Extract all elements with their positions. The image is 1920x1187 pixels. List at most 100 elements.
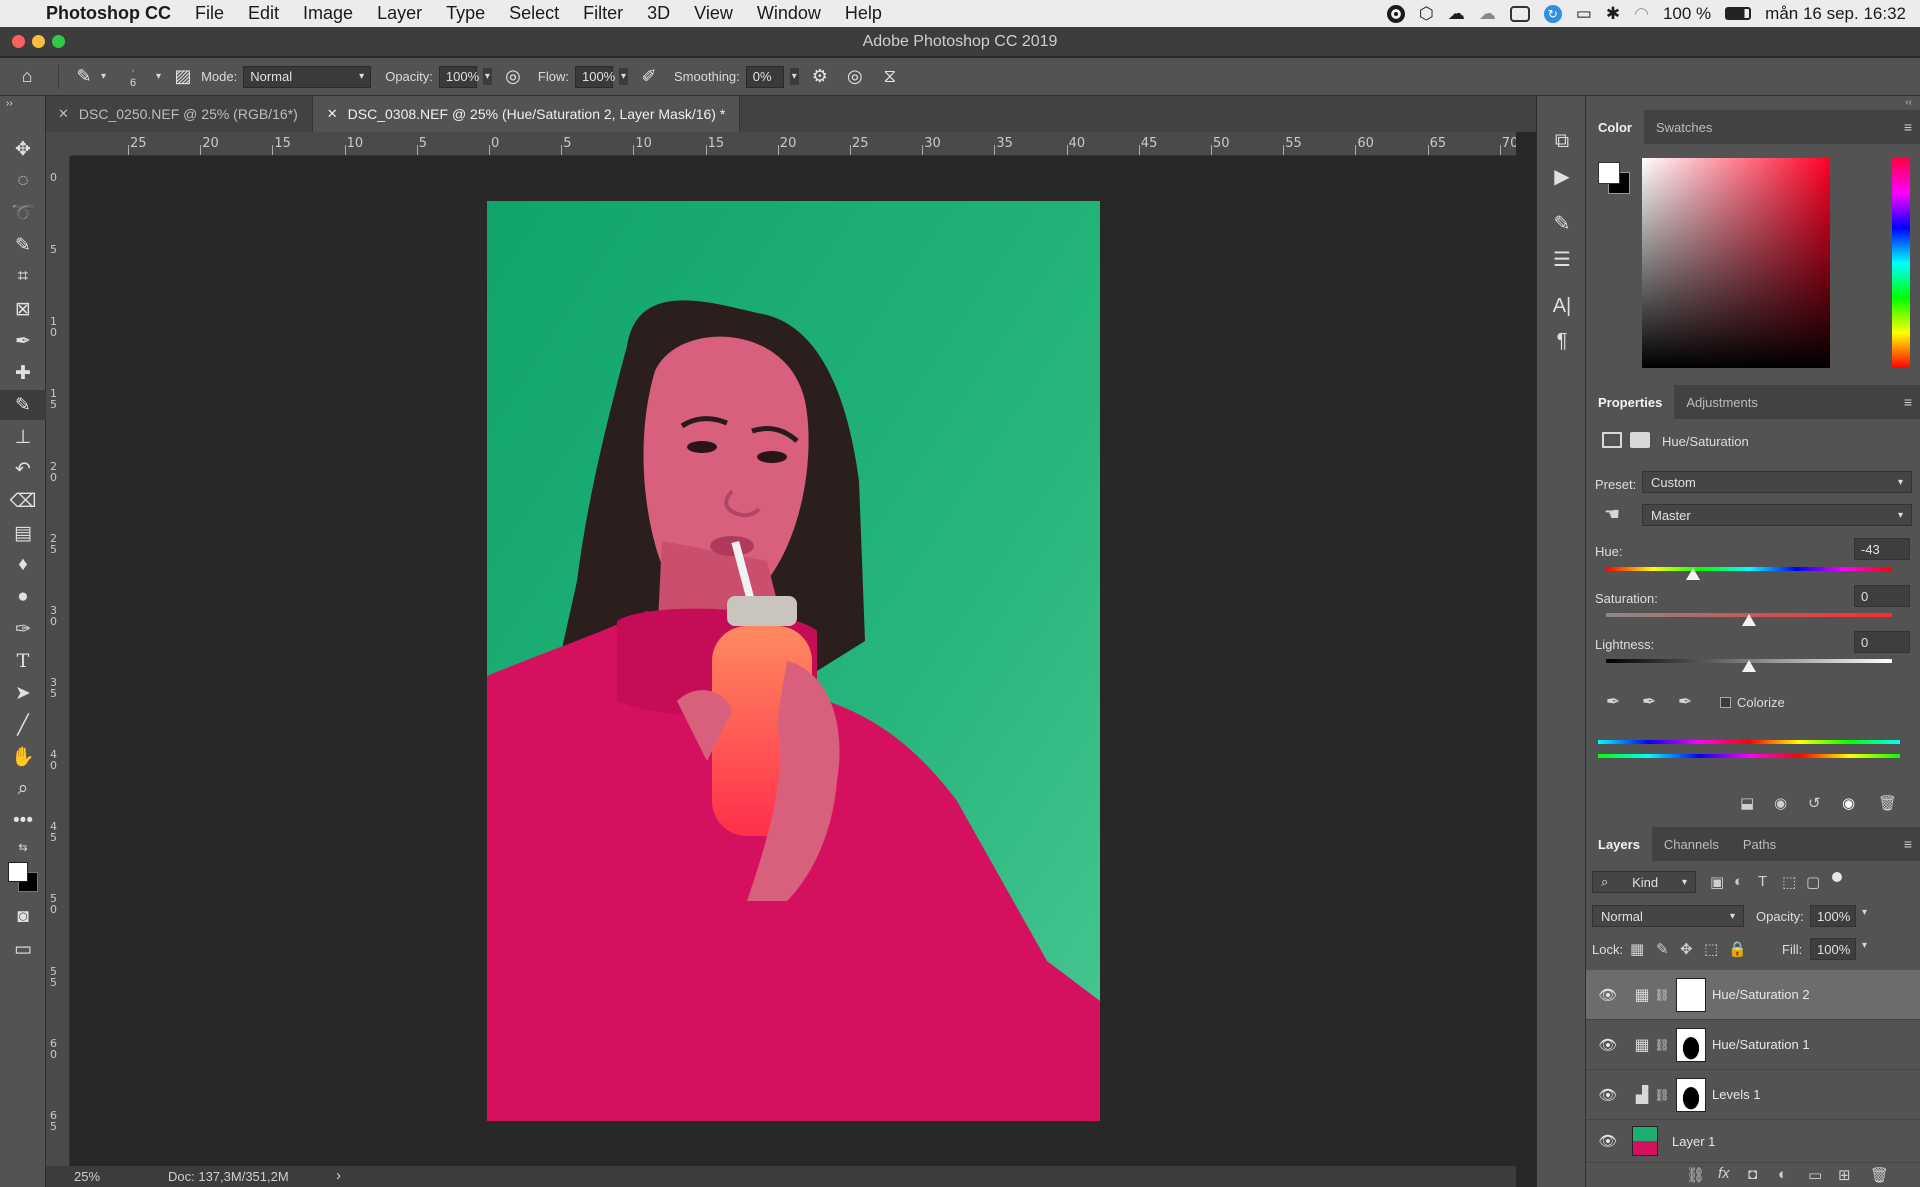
type-tool-icon[interactable]: T <box>0 646 46 676</box>
home-icon[interactable]: ⌂ <box>4 60 50 94</box>
menu-select[interactable]: Select <box>497 0 571 27</box>
frame-tool-icon[interactable]: ⊠ <box>0 294 46 324</box>
pen-tool-icon[interactable]: ✑ <box>0 614 46 644</box>
tab-properties[interactable]: Properties <box>1586 385 1675 419</box>
saturation-value-field[interactable]: 0 <box>1854 585 1910 607</box>
panel-menu-icon[interactable]: ≡ <box>1904 394 1920 410</box>
chevron-down-icon[interactable]: ▾ <box>482 68 492 85</box>
vertical-ruler[interactable]: 0 5 1 0 1 5 2 0 2 5 3 0 3 5 4 0 4 5 5 0 5 5 6 0 6 5 <box>46 156 70 1166</box>
battery-icon[interactable] <box>1725 7 1752 20</box>
lock-position-icon[interactable]: ✥ <box>1680 940 1693 958</box>
menu-3d[interactable]: 3D <box>635 0 682 27</box>
eyedropper-icon[interactable]: ✒ <box>1606 692 1620 712</box>
healing-brush-tool-icon[interactable]: ✚ <box>0 358 46 388</box>
flow-field[interactable]: 100% <box>574 65 615 88</box>
clock[interactable]: mån 16 sep. 16:32 <box>1765 4 1906 24</box>
add-mask-icon[interactable]: ◘ <box>1748 1166 1757 1183</box>
tab-adjustments[interactable]: Adjustments <box>1674 385 1770 419</box>
fill-field[interactable]: 100% <box>1810 938 1856 960</box>
sync-icon[interactable]: ↻ <box>1543 4 1562 23</box>
menu-filter[interactable]: Filter <box>571 0 635 27</box>
link-chain-icon[interactable]: ⛓ <box>1654 1038 1670 1052</box>
mask-icon[interactable] <box>1630 432 1650 448</box>
mode-select[interactable]: Normal ▾ <box>243 65 372 88</box>
lightness-slider-thumb[interactable] <box>1742 660 1756 672</box>
layer-filter-kind-select[interactable]: ⌕ Kind ▾ <box>1592 871 1696 893</box>
eyedropper-subtract-icon[interactable]: ✒ <box>1678 692 1692 712</box>
color-field[interactable] <box>1642 158 1830 368</box>
new-layer-icon[interactable]: ⊞ <box>1838 1166 1851 1184</box>
menu-layer[interactable]: Layer <box>365 0 434 27</box>
path-selection-tool-icon[interactable]: ➤ <box>0 678 46 708</box>
display-icon[interactable] <box>1509 5 1530 22</box>
menu-image[interactable]: Image <box>291 0 365 27</box>
zoom-level[interactable]: 25% <box>74 1169 100 1184</box>
character-panel-icon[interactable]: A| <box>1537 291 1587 321</box>
chevron-down-icon[interactable]: ▾ <box>156 71 161 82</box>
lock-transparent-icon[interactable]: ▦ <box>1630 940 1644 958</box>
hand-tool-icon[interactable]: ✋ <box>0 742 46 772</box>
brushes-panel-icon[interactable]: ✎ <box>1537 208 1587 238</box>
lock-image-icon[interactable]: ✎ <box>1656 940 1669 958</box>
opacity-field[interactable]: 100% <box>438 65 479 88</box>
filter-toggle-icon[interactable] <box>1832 872 1842 882</box>
panel-menu-icon[interactable]: ≡ <box>1904 119 1920 135</box>
lock-artboard-icon[interactable]: ⬚ <box>1704 940 1718 958</box>
wifi-icon[interactable]: ◠ <box>1634 4 1649 24</box>
layer-mask-thumbnail[interactable] <box>1676 1077 1706 1112</box>
move-tool-icon[interactable]: ✥ <box>0 134 46 164</box>
visibility-eye-icon[interactable]: 👁 <box>1586 1086 1630 1104</box>
swap-colors-icon[interactable]: ⇆ <box>0 838 46 856</box>
brush-tool-icon[interactable]: ✎ <box>0 390 46 420</box>
lasso-tool-icon[interactable]: ➰ <box>0 198 46 228</box>
fx-icon[interactable]: fx <box>1718 1165 1730 1182</box>
filter-smart-object-icon[interactable]: ▢ <box>1806 873 1820 891</box>
colorize-checkbox[interactable] <box>1720 697 1731 708</box>
filter-type-icon[interactable]: T <box>1758 873 1767 890</box>
tab-paths[interactable]: Paths <box>1731 827 1788 861</box>
link-chain-icon[interactable]: ⛓ <box>1654 988 1670 1002</box>
link-layers-icon[interactable]: ⛓ <box>1686 1166 1705 1184</box>
record-icon[interactable] <box>1386 4 1405 23</box>
chevron-down-icon[interactable]: ▾ <box>789 68 799 85</box>
gear-icon[interactable]: ⚙ <box>805 60 835 94</box>
adjustment-icon[interactable] <box>1602 432 1622 448</box>
menu-file[interactable]: File <box>183 0 236 27</box>
view-previous-state-icon[interactable]: ◉ <box>1774 794 1787 812</box>
close-tab-icon[interactable]: ✕ <box>58 106 69 122</box>
panel-menu-icon[interactable]: ≡ <box>1904 836 1920 852</box>
blend-mode-select[interactable]: Normal ▾ <box>1592 905 1744 927</box>
tab-swatches[interactable]: Swatches <box>1644 110 1724 144</box>
layer-mask-thumbnail[interactable] <box>1676 1027 1706 1062</box>
menu-type[interactable]: Type <box>434 0 497 27</box>
targeted-adjustment-hand-icon[interactable]: ☚ <box>1604 504 1620 525</box>
chevron-down-icon[interactable]: ▾ <box>618 68 629 85</box>
eyedropper-add-icon[interactable]: ✒ <box>1642 692 1656 712</box>
paragraph-panel-icon[interactable]: ¶ <box>1537 326 1587 356</box>
zoom-tool-icon[interactable]: ⌕ <box>0 774 46 804</box>
more-tools-icon[interactable]: ••• <box>0 806 46 836</box>
screen-mode-icon[interactable]: ▭ <box>0 934 46 964</box>
marquee-tool-icon[interactable]: ◌ <box>0 166 46 196</box>
collapse-toolbar-icon[interactable]: ›› <box>0 96 46 110</box>
menu-edit[interactable]: Edit <box>236 0 291 27</box>
ruler-corner[interactable] <box>46 132 72 156</box>
filter-adjustment-icon[interactable]: ◐ <box>1734 873 1743 890</box>
hue-value-field[interactable]: -43 <box>1854 538 1910 560</box>
clone-stamp-tool-icon[interactable]: ⊥ <box>0 422 46 452</box>
filter-pixel-icon[interactable]: ▣ <box>1710 873 1724 891</box>
hue-slider-track[interactable] <box>1606 567 1892 571</box>
chevron-down-icon[interactable]: ▾ <box>1862 907 1867 918</box>
tab-color[interactable]: Color <box>1586 110 1644 144</box>
layer-row[interactable]: 👁 ▦ ⛓ Hue/Saturation 2 <box>1586 970 1920 1020</box>
trash-icon[interactable]: 🗑 <box>1870 1166 1889 1184</box>
cloud-upload-icon[interactable]: ☁ <box>1479 4 1496 24</box>
layer-opacity-field[interactable]: 100% <box>1810 905 1856 927</box>
visibility-eye-icon[interactable]: 👁 <box>1586 1132 1630 1150</box>
bluetooth-icon[interactable]: ✱ <box>1606 4 1620 24</box>
dropbox-icon[interactable]: ⬡ <box>1419 4 1434 24</box>
toggle-visibility-icon[interactable]: ◉ <box>1842 794 1855 812</box>
line-tool-icon[interactable]: ╱ <box>0 710 46 740</box>
dodge-tool-icon[interactable]: ● <box>0 582 46 612</box>
reset-icon[interactable]: ↺ <box>1808 794 1821 812</box>
